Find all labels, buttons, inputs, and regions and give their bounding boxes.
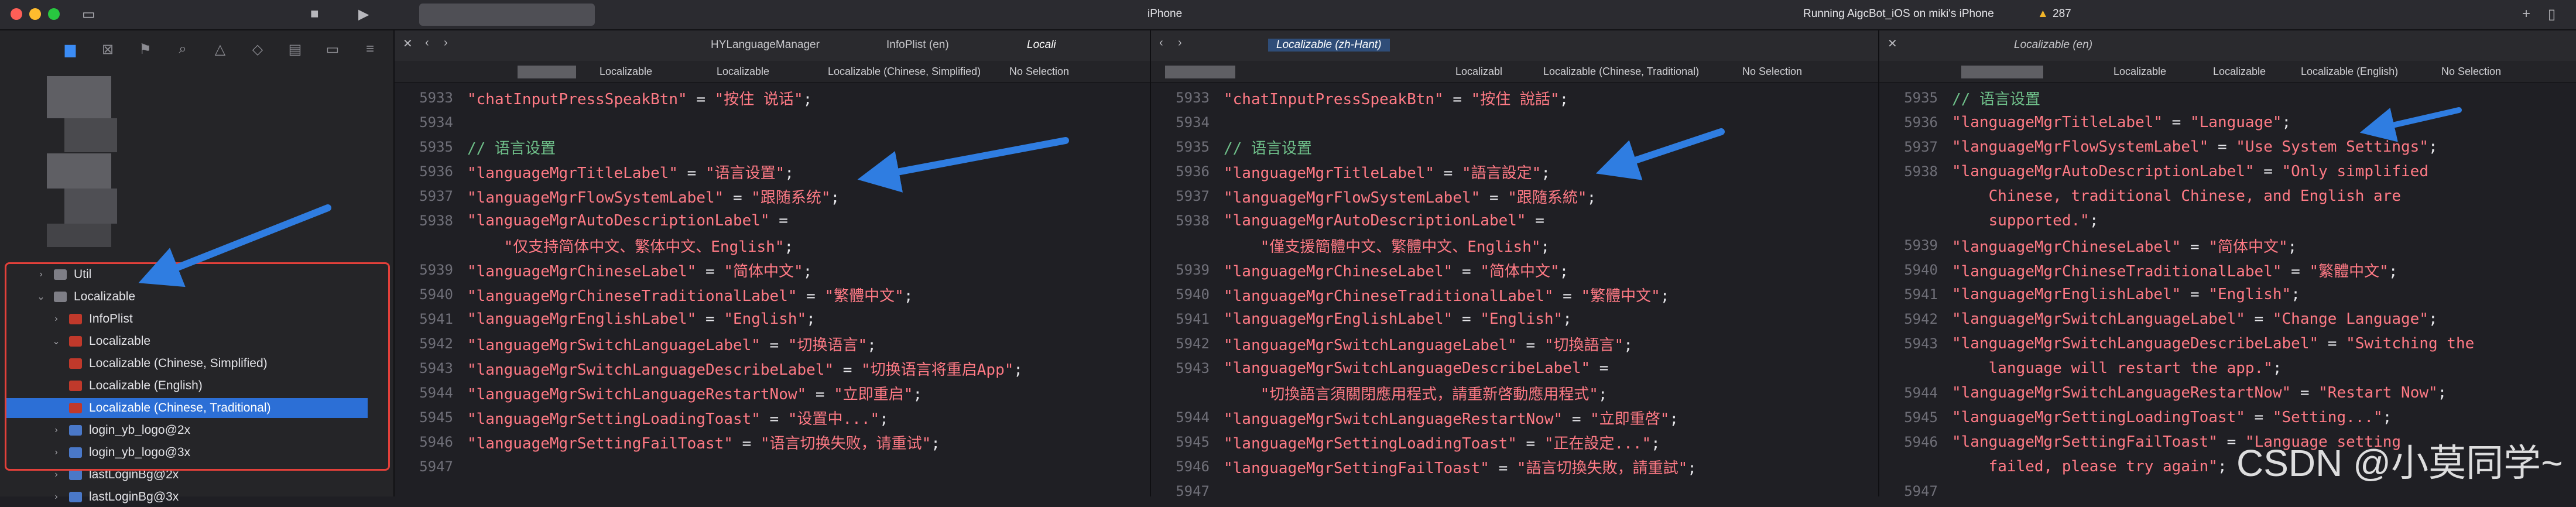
- arrow-to-zh-hant-title: [1595, 128, 1725, 180]
- arrow-to-localizable: [138, 204, 331, 287]
- annotation-arrows: [138, 107, 2462, 287]
- arrow-to-zh-hans-title: [857, 137, 1069, 193]
- arrow-to-en-title: [2359, 107, 2462, 142]
- watermark: CSDN @小莫同学~: [2236, 442, 2563, 484]
